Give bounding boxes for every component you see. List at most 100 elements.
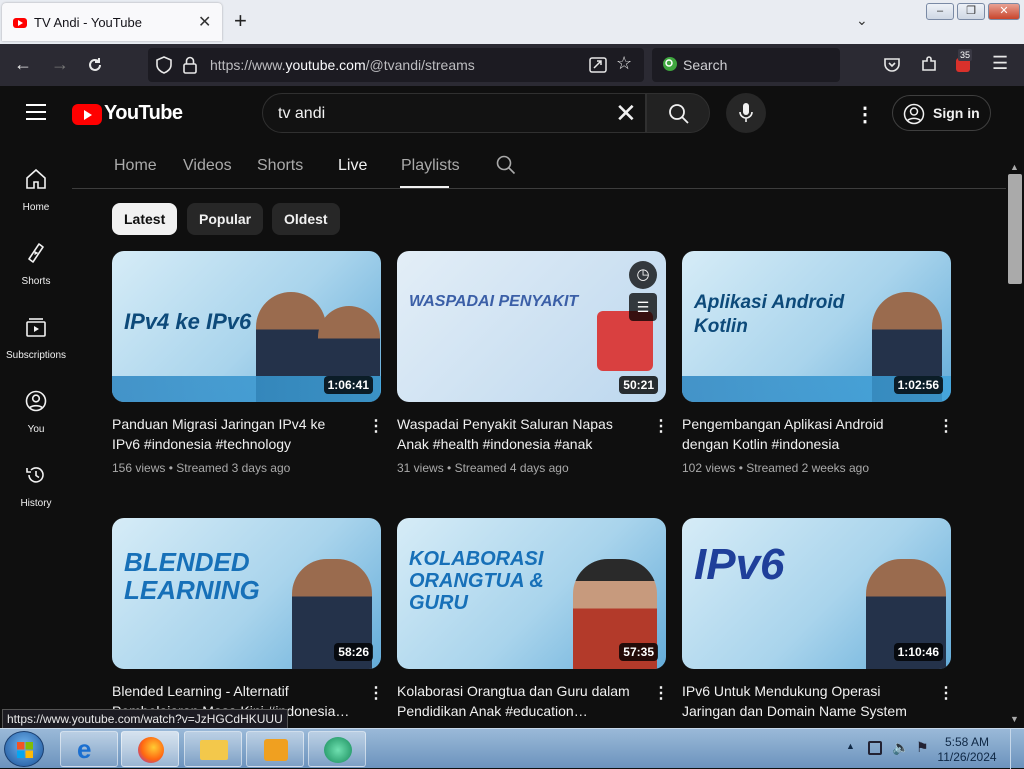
- video-more-icon[interactable]: ⋮: [938, 416, 954, 436]
- video-title[interactable]: IPv6 Untuk Mendukung Operasi Jaringan da…: [682, 681, 922, 721]
- scrollbar-thumb[interactable]: [1008, 174, 1022, 284]
- video-meta: 156 views • Streamed 3 days ago: [112, 461, 291, 475]
- video-thumbnail[interactable]: WASPADAI PENYAKIT ◷ ☰ 50:21: [397, 251, 666, 402]
- video-title[interactable]: Pengembangan Aplikasi Android dengan Kot…: [682, 414, 922, 454]
- tab-videos[interactable]: Videos: [183, 157, 232, 175]
- video-more-icon[interactable]: ⋮: [938, 683, 954, 703]
- youtube-search-input[interactable]: tv andi ✕: [262, 93, 646, 133]
- new-tab-icon[interactable]: +: [234, 8, 247, 34]
- video-duration: 58:26: [334, 643, 373, 661]
- microphone-icon: [739, 103, 753, 122]
- media-player-icon: [264, 739, 288, 761]
- settings-more-icon[interactable]: ⋮: [855, 102, 875, 127]
- voice-search-button[interactable]: [726, 93, 766, 133]
- link-status-tooltip: https://www.youtube.com/watch?v=JzHGCdHK…: [2, 709, 288, 729]
- forward-arrow-icon[interactable]: →: [51, 54, 69, 75]
- chevron-down-icon[interactable]: ⌄: [856, 12, 868, 29]
- sign-in-button[interactable]: Sign in: [892, 95, 991, 131]
- youtube-search-button[interactable]: [646, 93, 710, 133]
- bookmark-star-icon[interactable]: ☆: [616, 53, 632, 74]
- history-icon: [26, 467, 44, 483]
- shorts-icon: [28, 243, 44, 263]
- subscriptions-icon: [26, 318, 46, 337]
- firefox-icon: [138, 737, 164, 763]
- chip-popular[interactable]: Popular: [187, 203, 264, 235]
- tab-home[interactable]: Home: [114, 157, 157, 175]
- clear-search-icon[interactable]: ✕: [615, 98, 637, 129]
- guide-item-subscriptions[interactable]: Subscriptions: [0, 306, 72, 380]
- folder-icon: [200, 740, 228, 760]
- browser-search-bar[interactable]: Search: [652, 48, 840, 82]
- video-duration: 50:21: [619, 376, 658, 394]
- taskbar-clock[interactable]: 5:58 AM 11/26/2024: [936, 735, 998, 765]
- lock-icon[interactable]: [183, 56, 197, 74]
- search-engine-icon: [663, 57, 677, 71]
- video-thumbnail[interactable]: KOLABORASI ORANGTUA & GURU 57:35: [397, 518, 666, 669]
- pocket-icon[interactable]: [883, 56, 901, 74]
- guide-item-home[interactable]: Home: [0, 158, 72, 232]
- video-thumbnail[interactable]: BLENDED LEARNING 58:26: [112, 518, 381, 669]
- reload-icon[interactable]: [86, 56, 104, 74]
- tab-shorts[interactable]: Shorts: [257, 157, 303, 175]
- browser-nav-bar: ← → https://www.youtube.com/@tvandi/stre…: [0, 44, 1024, 86]
- scroll-down-icon[interactable]: ▼: [1010, 714, 1019, 724]
- browser-tab-strip: TV Andi - YouTube ✕ + ⌄ – ❐ ✕: [0, 0, 1024, 44]
- address-bar[interactable]: https://www.youtube.com/@tvandi/streams …: [148, 48, 644, 82]
- windows-taskbar: e ▲ 🔈 ⚑ 5:58 AM 11/26/2024: [0, 728, 1024, 769]
- close-window-button[interactable]: ✕: [988, 3, 1020, 20]
- video-title[interactable]: Panduan Migrasi Jaringan IPv4 ke IPv6 #i…: [112, 414, 352, 454]
- back-arrow-icon[interactable]: ←: [14, 54, 32, 75]
- video-thumbnail[interactable]: Aplikasi Android Kotlin 1:02:56: [682, 251, 951, 402]
- guide-sidebar: Home Shorts Subscriptions You History: [0, 142, 72, 728]
- restore-window-button[interactable]: ❐: [957, 3, 985, 20]
- video-more-icon[interactable]: ⋮: [653, 416, 669, 436]
- taskbar-media-player[interactable]: [246, 731, 304, 767]
- video-title[interactable]: Kolaborasi Orangtua dan Guru dalam Pendi…: [397, 681, 637, 721]
- video-more-icon[interactable]: ⋮: [368, 416, 384, 436]
- chip-latest[interactable]: Latest: [112, 203, 178, 235]
- add-to-queue-icon[interactable]: ☰: [629, 293, 657, 321]
- video-duration: 1:10:46: [893, 643, 943, 661]
- video-thumbnail[interactable]: IPv6 1:10:46: [682, 518, 951, 669]
- video-meta: 31 views • Streamed 4 days ago: [397, 461, 569, 475]
- guide-item-history[interactable]: History: [0, 454, 72, 528]
- browser-search-placeholder: Search: [683, 57, 728, 73]
- account-icon: [903, 103, 925, 125]
- you-icon: [25, 390, 47, 412]
- taskbar-file-explorer[interactable]: [184, 731, 242, 767]
- browser-tab[interactable]: TV Andi - YouTube ✕: [2, 3, 222, 41]
- close-tab-icon[interactable]: ✕: [198, 12, 211, 32]
- video-thumbnail[interactable]: IPv4 ke IPv6 1:06:41: [112, 251, 381, 402]
- video-more-icon[interactable]: ⋮: [368, 683, 384, 703]
- taskbar-app[interactable]: [308, 731, 366, 767]
- reader-view-icon[interactable]: [589, 57, 607, 73]
- start-button[interactable]: [4, 731, 44, 767]
- watch-later-icon[interactable]: ◷: [629, 261, 657, 289]
- guide-item-shorts[interactable]: Shorts: [0, 232, 72, 306]
- tab-playlists[interactable]: Playlists: [401, 157, 460, 175]
- youtube-favicon-icon: [13, 18, 27, 28]
- action-center-flag-icon[interactable]: ⚑: [916, 739, 929, 756]
- guide-menu-icon[interactable]: [26, 104, 46, 120]
- extensions-icon[interactable]: [920, 55, 938, 73]
- video-meta: 102 views • Streamed 2 weeks ago: [682, 461, 869, 475]
- video-more-icon[interactable]: ⋮: [653, 683, 669, 703]
- video-title[interactable]: Waspadai Penyakit Saluran Napas Anak #he…: [397, 414, 637, 454]
- scroll-up-icon[interactable]: ▲: [1010, 162, 1019, 172]
- network-icon[interactable]: [868, 741, 882, 755]
- show-desktop-button[interactable]: [1010, 729, 1024, 769]
- active-tab-indicator: [400, 186, 449, 188]
- chip-oldest[interactable]: Oldest: [272, 203, 340, 235]
- video-duration: 1:02:56: [893, 376, 943, 394]
- channel-search-icon[interactable]: [496, 155, 516, 175]
- guide-item-you[interactable]: You: [0, 380, 72, 454]
- shield-icon[interactable]: [156, 56, 172, 74]
- app-menu-icon[interactable]: ☰: [992, 53, 1008, 74]
- taskbar-internet-explorer[interactable]: e: [60, 731, 118, 767]
- taskbar-firefox[interactable]: [121, 731, 179, 767]
- youtube-play-icon: [72, 104, 102, 125]
- show-hidden-icons-icon[interactable]: ▲: [846, 741, 855, 751]
- volume-icon[interactable]: 🔈: [892, 739, 909, 756]
- tab-live[interactable]: Live: [338, 157, 367, 175]
- minimize-window-button[interactable]: –: [926, 3, 954, 20]
